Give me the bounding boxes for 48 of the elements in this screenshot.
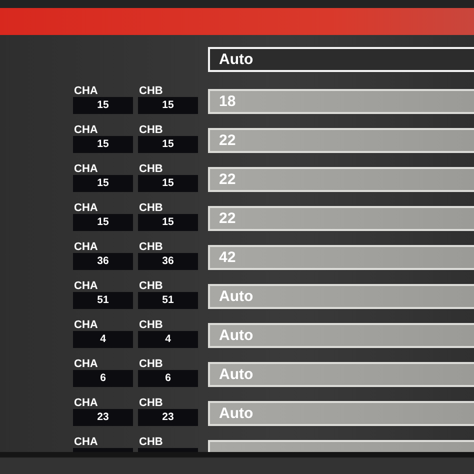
channel-value: 51 bbox=[73, 292, 133, 309]
channel-label: CHA bbox=[73, 124, 99, 136]
channel-label: CHB bbox=[138, 202, 164, 214]
channel-label: CHA bbox=[73, 397, 99, 409]
channel-label: CHB bbox=[138, 241, 164, 253]
setting-field[interactable]: Auto bbox=[208, 401, 474, 426]
channel-label: CHA bbox=[73, 319, 99, 331]
channel-value: 15 bbox=[138, 175, 198, 192]
setting-field[interactable]: Auto bbox=[208, 47, 474, 72]
setting-field[interactable]: Auto bbox=[208, 323, 474, 348]
channel-value: 15 bbox=[73, 214, 133, 231]
channel-value: 4 bbox=[73, 331, 133, 348]
channel-value: 15 bbox=[73, 136, 133, 153]
channel-value: 15 bbox=[73, 175, 133, 192]
setting-field[interactable]: 18 bbox=[208, 89, 474, 114]
channel-value: 15 bbox=[138, 136, 198, 153]
channel-label: CHA bbox=[73, 280, 99, 292]
channel-value: 15 bbox=[138, 97, 198, 114]
channel-label: CHA bbox=[73, 436, 99, 448]
channel-value: 51 bbox=[138, 292, 198, 309]
channel-value: 15 bbox=[73, 97, 133, 114]
channel-value: 15 bbox=[138, 214, 198, 231]
channel-label: CHA bbox=[73, 163, 99, 175]
channel-label: CHB bbox=[138, 436, 164, 448]
channel-value: 6 bbox=[138, 370, 198, 387]
channel-label: CHB bbox=[138, 319, 164, 331]
channel-value: 36 bbox=[73, 253, 133, 270]
channel-label: CHB bbox=[138, 358, 164, 370]
channel-value: 23 bbox=[138, 409, 198, 426]
setting-field[interactable]: Auto bbox=[208, 362, 474, 387]
channel-label: CHB bbox=[138, 85, 164, 97]
channel-label: CHA bbox=[73, 202, 99, 214]
setting-field[interactable]: 22 bbox=[208, 206, 474, 231]
channel-label: CHB bbox=[138, 163, 164, 175]
channel-value: 4 bbox=[138, 331, 198, 348]
setting-field[interactable]: 22 bbox=[208, 128, 474, 153]
setting-field[interactable]: 42 bbox=[208, 245, 474, 270]
setting-field[interactable]: 22 bbox=[208, 167, 474, 192]
channel-label: CHA bbox=[73, 358, 99, 370]
channel-label: CHB bbox=[138, 397, 164, 409]
channel-value: 36 bbox=[138, 253, 198, 270]
channel-label: CHB bbox=[138, 124, 164, 136]
channel-label: CHB bbox=[138, 280, 164, 292]
channel-label: CHA bbox=[73, 85, 99, 97]
channel-value: 6 bbox=[73, 370, 133, 387]
setting-field[interactable]: Auto bbox=[208, 284, 474, 309]
channel-value: 23 bbox=[73, 409, 133, 426]
channel-label: CHA bbox=[73, 241, 99, 253]
